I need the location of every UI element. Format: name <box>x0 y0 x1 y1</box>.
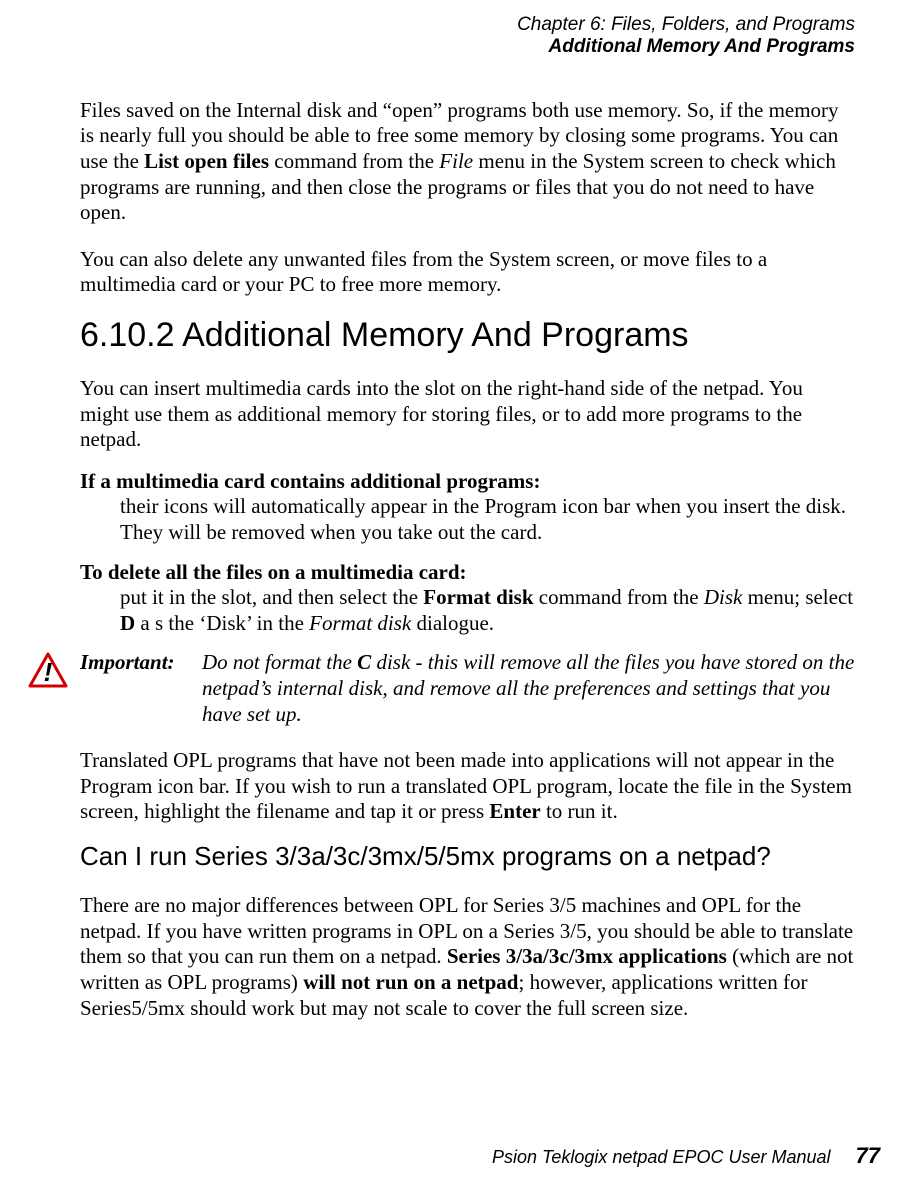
footer-page-number: 77 <box>856 1143 880 1168</box>
paragraph-3: You can insert multimedia cards into the… <box>80 376 855 453</box>
page-header: Chapter 6: Files, Folders, and Programs … <box>80 14 855 58</box>
text: menu; select <box>742 585 853 609</box>
italic-text: Format disk <box>309 611 411 635</box>
section-heading-6-10-2: 6.10.2 Additional Memory And Programs <box>80 316 855 355</box>
important-block: ! Important: Do not format the C disk - … <box>28 650 855 727</box>
important-label: Important: <box>80 650 190 727</box>
text: put it in the slot, and then select the <box>120 585 423 609</box>
bold-text: D <box>120 611 135 635</box>
text: command from the <box>269 149 439 173</box>
definition-title: If a multimedia card contains additional… <box>80 469 855 495</box>
document-page: Chapter 6: Files, Folders, and Programs … <box>0 0 920 1077</box>
text: to run it. <box>541 799 618 823</box>
bold-text: Enter <box>489 799 540 823</box>
text: dialogue. <box>411 611 494 635</box>
bold-text: Format disk <box>423 585 533 609</box>
page-footer: Psion Teklogix netpad EPOC User Manual 7… <box>492 1143 880 1169</box>
paragraph-2: You can also delete any unwanted files f… <box>80 247 855 298</box>
paragraph-5: There are no major differences between O… <box>80 893 855 1021</box>
important-text: Do not format the C disk - this will rem… <box>202 650 855 727</box>
warning-icon: ! <box>28 650 68 727</box>
definition-block-2: To delete all the files on a multimedia … <box>80 560 855 637</box>
bold-text: will not run on a netpad <box>303 970 518 994</box>
bold-text: List open files <box>144 149 269 173</box>
sub-heading: Can I run Series 3/3a/3c/3mx/5/5mx progr… <box>80 841 855 872</box>
text: a s the ‘Disk’ in the <box>135 611 309 635</box>
text: Translated OPL programs that have not be… <box>80 748 852 823</box>
definition-body: their icons will automatically appear in… <box>80 494 855 545</box>
header-chapter: Chapter 6: Files, Folders, and Programs <box>80 14 855 36</box>
bold-italic-text: C <box>357 650 371 674</box>
svg-text:!: ! <box>44 657 53 687</box>
bold-text: Series 3/3a/3c/3mx applications <box>447 944 727 968</box>
text: Do not format the <box>202 650 357 674</box>
italic-text: File <box>439 149 473 173</box>
footer-manual-title: Psion Teklogix netpad EPOC User Manual <box>492 1147 831 1167</box>
definition-title: To delete all the files on a multimedia … <box>80 560 855 586</box>
header-section: Additional Memory And Programs <box>80 36 855 58</box>
text: command from the <box>534 585 704 609</box>
definition-body: put it in the slot, and then select the … <box>80 585 855 636</box>
italic-text: Disk <box>704 585 743 609</box>
definition-block-1: If a multimedia card contains additional… <box>80 469 855 546</box>
paragraph-1: Files saved on the Internal disk and “op… <box>80 98 855 226</box>
paragraph-4: Translated OPL programs that have not be… <box>80 748 855 825</box>
